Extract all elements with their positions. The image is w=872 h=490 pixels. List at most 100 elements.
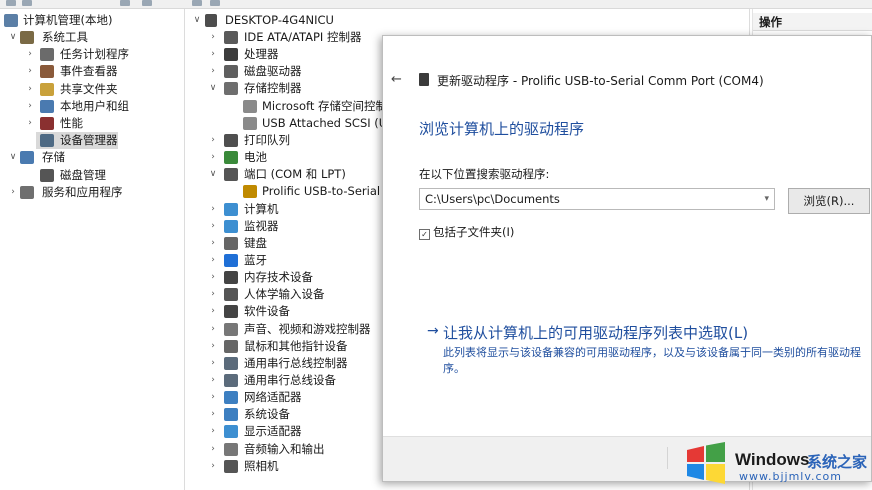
expander-icon[interactable]: › <box>207 286 219 303</box>
toolbar-up-icon[interactable] <box>120 0 130 6</box>
expander-icon[interactable]: ∨ <box>7 149 19 166</box>
expander-icon[interactable]: › <box>24 63 36 80</box>
software-device-icon <box>224 305 238 319</box>
left-splitter[interactable] <box>184 9 185 490</box>
update-driver-dialog: ← 更新驱动程序 - Prolific USB-to-Serial Comm P… <box>382 35 872 482</box>
pick-from-list-link[interactable]: 让我从计算机上的可用驱动程序列表中选取(L) <box>443 322 748 343</box>
mouse-icon <box>224 339 238 353</box>
port-icon <box>224 168 238 182</box>
computer-icon <box>205 14 217 27</box>
chevron-down-icon[interactable]: ▾ <box>764 189 769 209</box>
device-tree-root-label: DESKTOP-4G4NICU <box>225 13 334 27</box>
expander-icon[interactable] <box>207 115 219 132</box>
users-icon <box>40 99 54 113</box>
tree-item-label: 事件查看器 <box>60 64 118 79</box>
expander-icon[interactable]: › <box>24 46 36 63</box>
include-subfolders-checkbox[interactable]: ✓ 包括子文件夹(I) <box>419 224 514 240</box>
device-tree-item-label: 显示适配器 <box>244 424 302 439</box>
console-tree: 计算机管理(本地) ∨ 系统工具 › 任务计划程序 › 事件查看器 › 共享文件夹 › 本地用户和… <box>0 9 182 490</box>
toolbar-back-icon[interactable] <box>6 0 16 6</box>
tree-root[interactable]: 计算机管理(本地) <box>0 12 182 29</box>
device-tree-item-label: 键盘 <box>244 235 267 250</box>
expander-icon[interactable]: ∨ <box>191 12 203 29</box>
battery-icon <box>224 151 238 165</box>
storage-controller-icon <box>243 99 257 113</box>
device-manager-icon <box>40 134 54 148</box>
expander-icon[interactable]: › <box>207 441 219 458</box>
expander-icon[interactable]: › <box>24 81 36 98</box>
expander-icon[interactable]: › <box>207 458 219 475</box>
expander-icon[interactable]: ∨ <box>7 29 19 46</box>
processor-icon <box>224 48 238 62</box>
expander-icon[interactable]: › <box>207 389 219 406</box>
expander-icon[interactable]: › <box>7 184 19 201</box>
device-tree-item-label: 内存技术设备 <box>244 270 313 285</box>
toolbar-forward-icon[interactable] <box>22 0 32 6</box>
expander-icon[interactable] <box>24 167 36 184</box>
expander-icon[interactable]: › <box>207 303 219 320</box>
expander-icon[interactable] <box>24 132 36 149</box>
toolbar-scan-icon[interactable] <box>210 0 220 6</box>
expander-icon[interactable]: › <box>207 372 219 389</box>
include-subfolders-label: 包括子文件夹(I) <box>433 225 515 239</box>
expander-icon[interactable]: ∨ <box>207 80 219 97</box>
windows-logo-icon <box>687 442 725 484</box>
tree-item-label: 设备管理器 <box>60 133 118 148</box>
device-tree-item-label: 通用串行总线控制器 <box>244 355 348 370</box>
footer-divider <box>667 447 682 469</box>
expander-icon[interactable]: › <box>207 63 219 80</box>
expander-icon[interactable]: › <box>207 269 219 286</box>
device-tree-item-label: 存储控制器 <box>244 81 302 96</box>
browse-button[interactable]: 浏览(R)... <box>788 188 870 214</box>
shared-folder-icon <box>40 82 54 96</box>
bluetooth-icon <box>224 253 238 267</box>
dialog-heading: 浏览计算机上的驱动程序 <box>419 120 585 138</box>
expander-icon[interactable]: › <box>207 321 219 338</box>
device-tree-item-label: 磁盘驱动器 <box>244 64 302 79</box>
expander-icon[interactable]: › <box>24 98 36 115</box>
checkbox-icon[interactable]: ✓ <box>419 229 430 240</box>
device-tree-item-label: 蓝牙 <box>244 252 267 267</box>
device-tree-item-label: 鼠标和其他指针设备 <box>244 338 348 353</box>
event-viewer-icon <box>40 65 54 79</box>
expander-icon[interactable]: › <box>207 338 219 355</box>
clock-icon <box>40 48 54 62</box>
expander-icon[interactable]: › <box>207 201 219 218</box>
disk-icon <box>40 168 54 182</box>
device-tree-item-label: 处理器 <box>244 47 279 62</box>
performance-icon <box>40 117 54 130</box>
expander-icon[interactable]: › <box>207 235 219 252</box>
disk-drive-icon <box>224 65 238 79</box>
back-arrow-icon[interactable]: ← <box>391 72 402 87</box>
watermark-brand: Windows <box>735 450 810 469</box>
expander-icon[interactable]: › <box>207 46 219 63</box>
expander-icon[interactable]: › <box>207 406 219 423</box>
expander-icon[interactable]: › <box>207 132 219 149</box>
expander-icon[interactable]: › <box>207 252 219 269</box>
driver-path-value: C:\Users\pc\Documents <box>425 192 560 206</box>
expander-icon[interactable]: › <box>207 149 219 166</box>
toolbar-help-icon[interactable] <box>192 0 202 6</box>
tree-item-label: 本地用户和组 <box>60 98 129 113</box>
expander-icon[interactable] <box>207 183 219 200</box>
expander-icon[interactable]: › <box>24 115 36 132</box>
expander-icon[interactable]: › <box>207 29 219 46</box>
driver-path-input[interactable]: C:\Users\pc\Documents ▾ <box>419 188 775 210</box>
expander-icon[interactable]: › <box>207 423 219 440</box>
device-tree-item-label: 系统设备 <box>244 407 290 422</box>
watermark-brand-cn: 系统之家 <box>807 453 868 471</box>
toolbar <box>0 0 872 9</box>
device-tree-item-label: 端口 (COM 和 LPT) <box>244 167 346 182</box>
search-location-label: 在以下位置搜索驱动程序: <box>419 167 550 181</box>
tree-item-7[interactable]: 设备管理器 <box>36 132 118 150</box>
expander-icon[interactable]: › <box>207 218 219 235</box>
expander-icon[interactable] <box>207 98 219 115</box>
ide-controller-icon <box>224 31 238 44</box>
usb-icon <box>224 356 238 370</box>
expander-icon[interactable]: › <box>207 355 219 372</box>
toolbar-properties-icon[interactable] <box>142 0 152 6</box>
arrow-right-icon: → <box>427 323 439 339</box>
camera-icon <box>224 459 238 473</box>
expander-icon[interactable]: ∨ <box>207 166 219 183</box>
services-icon <box>20 185 34 199</box>
